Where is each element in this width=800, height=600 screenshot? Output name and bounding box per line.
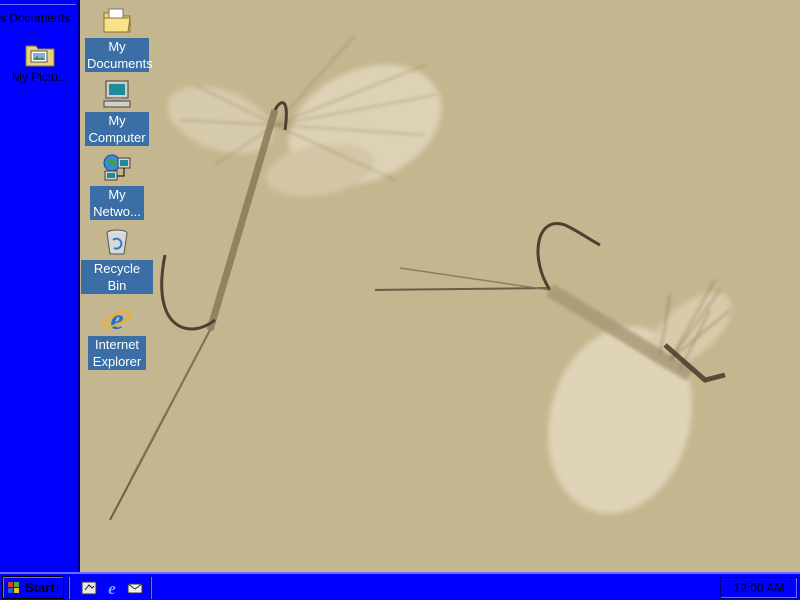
taskbar-separator <box>68 577 70 599</box>
deskbar-divider <box>0 4 76 5</box>
svg-text:e: e <box>108 579 116 597</box>
show-desktop-icon[interactable] <box>80 579 98 597</box>
deskbar-documents-item[interactable]: s Documents <box>0 11 80 25</box>
windows-flag-icon <box>8 581 19 593</box>
ie-quicklaunch-icon[interactable]: e <box>103 579 121 597</box>
taskbar-separator <box>150 577 152 599</box>
icon-label: My Netwo... <box>90 186 144 220</box>
desktop-icon-recycle-bin[interactable]: Recycle Bin <box>77 226 157 294</box>
icon-label: Internet Explorer <box>88 336 146 370</box>
outlook-express-icon[interactable] <box>126 579 144 597</box>
computer-icon <box>103 80 131 108</box>
desktop-icon-my-computer[interactable]: My Computer <box>77 78 157 146</box>
network-icon <box>103 154 131 181</box>
ie-icon: e <box>102 303 132 334</box>
desktop-wallpaper <box>80 0 800 572</box>
folder-icon <box>103 8 131 33</box>
svg-text:e: e <box>110 303 123 334</box>
pictures-folder-icon[interactable] <box>24 40 56 68</box>
deskbar-pictures-label[interactable]: My Pictu... <box>0 70 80 84</box>
recycle-bin-icon <box>106 229 128 255</box>
system-tray-clock[interactable]: 12:00 AM <box>720 577 798 599</box>
fishing-flies-image <box>109 34 732 521</box>
taskbar: Start e 12:00 AM <box>0 572 800 600</box>
start-button[interactable]: Start <box>2 576 64 599</box>
icon-label: My Documents <box>85 38 153 72</box>
desktop-icon-my-documents[interactable]: My Documents <box>77 4 157 72</box>
left-deskbar: s Documents My Pictu... <box>0 0 80 572</box>
start-label: Start <box>25 580 55 595</box>
desktop-icon-my-network[interactable]: My Netwo... <box>77 152 157 220</box>
icon-label: My Computer <box>85 112 149 146</box>
desktop-icon-internet-explorer[interactable]: e Internet Explorer <box>77 302 157 370</box>
icon-label: Recycle Bin <box>81 260 153 294</box>
